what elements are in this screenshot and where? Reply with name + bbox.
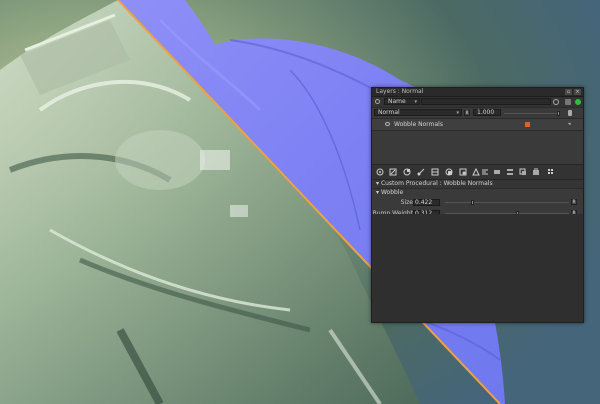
- param-size-slider-track[interactable]: [445, 202, 569, 203]
- add-paint-layer-icon[interactable]: [389, 168, 397, 176]
- lock-icon[interactable]: [565, 99, 571, 105]
- collapse-arrow-icon[interactable]: ▾: [376, 180, 379, 187]
- add-procedural-icon[interactable]: [417, 168, 425, 176]
- blend-mode-value: Normal: [378, 109, 400, 116]
- properties-section-header[interactable]: ▾ Custom Procedural : Wobble Normals: [372, 180, 583, 189]
- filter-mode-dropdown[interactable]: Name ▾: [384, 98, 420, 105]
- filter-search-input[interactable]: [421, 98, 551, 105]
- add-channel-icon[interactable]: [445, 168, 453, 176]
- add-group-icon[interactable]: [481, 168, 489, 176]
- close-icon[interactable]: ×: [574, 89, 581, 95]
- search-icon[interactable]: [375, 99, 380, 104]
- add-adjust-layer-icon[interactable]: [403, 168, 411, 176]
- duplicate-icon[interactable]: [519, 168, 527, 176]
- eye-icon[interactable]: [385, 122, 390, 126]
- refresh-icon[interactable]: [553, 99, 559, 105]
- add-layer-icon[interactable]: [376, 168, 384, 176]
- param-group-header[interactable]: ▾ Wobble: [372, 189, 583, 197]
- layer-list-empty-area[interactable]: [372, 131, 583, 165]
- opacity-value: 1.000: [477, 109, 495, 116]
- param-size-input[interactable]: 0.422: [413, 199, 440, 206]
- float-window-icon[interactable]: ▫: [565, 89, 572, 95]
- layer-filter-row: Name ▾: [372, 97, 583, 108]
- layer-toolbar: [372, 165, 583, 180]
- delete-icon[interactable]: [532, 168, 540, 176]
- opacity-lock-icon[interactable]: [568, 110, 572, 116]
- chevron-down-icon: ▾: [414, 99, 417, 105]
- filter-mode-value: Name: [388, 98, 406, 105]
- merge-icon[interactable]: [493, 168, 501, 176]
- add-shader-icon[interactable]: [472, 168, 480, 176]
- status-indicator-icon: [575, 99, 581, 105]
- opacity-slider-thumb[interactable]: [557, 111, 560, 116]
- layer-name: Wobble Normals: [394, 121, 443, 128]
- opacity-slider-track[interactable]: [504, 113, 559, 114]
- add-mask-icon[interactable]: [431, 168, 439, 176]
- layer-item-wobble-normals[interactable]: Wobble Normals ◂: [372, 119, 583, 131]
- grid-icon[interactable]: [547, 168, 555, 176]
- layer-options-icon[interactable]: ◂: [568, 119, 571, 130]
- param-value: 0.422: [415, 199, 433, 206]
- panel-titlebar[interactable]: Layers : Normal ▫ ×: [372, 88, 583, 97]
- blend-reset-button[interactable]: R: [464, 110, 470, 116]
- blend-row: Normal ▾ R 1.000: [372, 108, 583, 119]
- panel-title: Layers : Normal: [376, 88, 424, 95]
- param-reset-button[interactable]: R: [571, 199, 577, 205]
- param-label: Size: [400, 199, 413, 206]
- section-title: Custom Procedural : Wobble Normals: [380, 180, 493, 187]
- group-title: Wobble: [380, 189, 404, 196]
- blend-mode-dropdown[interactable]: Normal ▾: [374, 109, 462, 116]
- chevron-down-icon: ▾: [456, 110, 459, 116]
- layers-panel: Layers : Normal ▫ × Name ▾ Normal ▾ R 1.…: [371, 87, 584, 323]
- collapse-arrow-icon[interactable]: ▾: [376, 189, 379, 196]
- add-filter-icon[interactable]: [459, 168, 467, 176]
- opacity-input[interactable]: 1.000: [473, 109, 501, 116]
- param-size-slider-thumb[interactable]: [471, 200, 475, 205]
- properties-empty-area: [372, 214, 583, 322]
- effect-icon[interactable]: [525, 122, 530, 127]
- param-size: Size 0.422 R: [372, 197, 583, 208]
- flatten-icon[interactable]: [506, 168, 514, 176]
